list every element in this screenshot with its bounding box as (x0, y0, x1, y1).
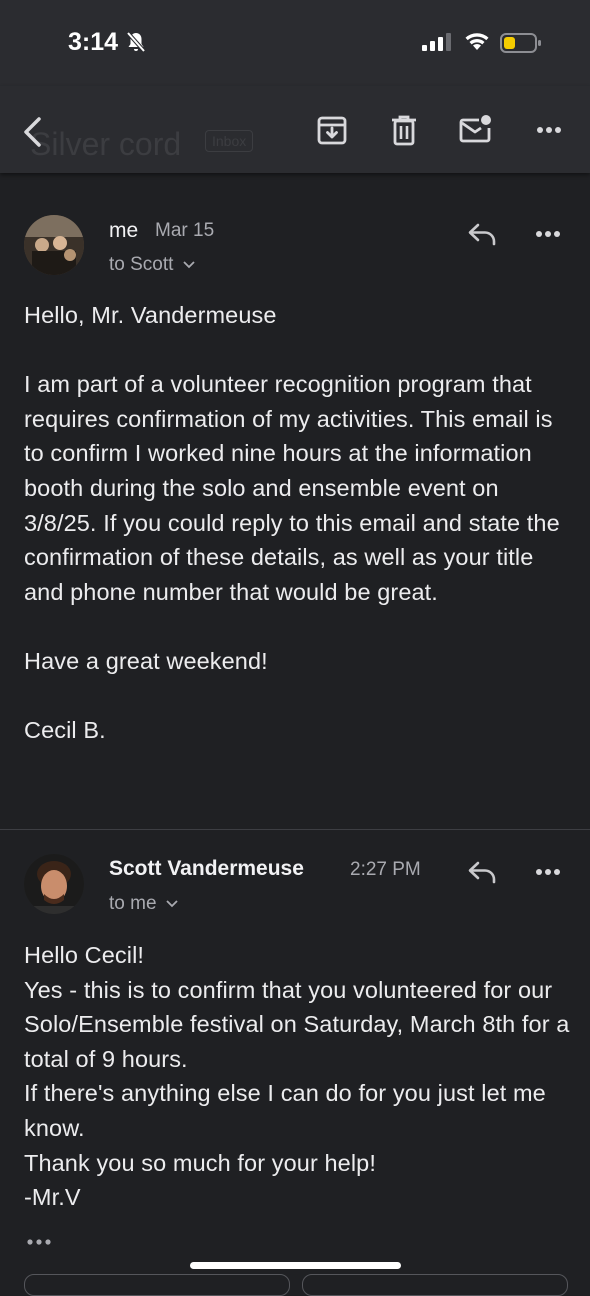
recipient-details[interactable]: to me (109, 893, 178, 915)
status-bar: 3:14 (0, 0, 590, 86)
message-body: Hello, Mr. Vandermeuse I am part of a vo… (24, 302, 560, 744)
subject-title: Silver cord (30, 126, 182, 162)
mark-unread-icon[interactable] (459, 114, 493, 146)
recipient-label: to Scott (109, 254, 174, 275)
forward-button[interactable] (302, 1274, 568, 1296)
more-icon[interactable] (535, 230, 561, 238)
trash-icon[interactable] (390, 114, 418, 146)
chevron-down-icon (183, 261, 195, 269)
battery-icon (500, 33, 541, 53)
recipient-details[interactable]: to Scott (109, 254, 195, 276)
label-badge: Inbox (205, 130, 254, 152)
back-icon[interactable] (22, 116, 44, 148)
archive-icon[interactable] (316, 114, 348, 146)
sender-name: Scott Vandermeuse (109, 857, 304, 880)
message-date: 2:27 PM (350, 859, 421, 880)
reply-button[interactable] (24, 1274, 290, 1296)
avatar-photo (24, 854, 84, 914)
message-toolbar: Silver cord Inbox (0, 86, 590, 173)
sender-name: me (109, 219, 139, 242)
home-indicator[interactable] (190, 1262, 401, 1269)
avatar (24, 215, 84, 275)
status-time: 3:14 (68, 28, 119, 56)
more-icon[interactable] (536, 126, 562, 134)
reply-icon[interactable] (467, 860, 497, 884)
recipient-label: to me (109, 893, 157, 914)
message-body: Hello Cecil! Yes - this is to confirm th… (24, 942, 570, 1211)
more-icon[interactable] (535, 868, 561, 876)
divider (0, 829, 590, 830)
avatar (24, 854, 84, 914)
avatar-photo (24, 215, 84, 275)
cellular-signal-icon (422, 33, 451, 51)
show-trimmed-content-icon[interactable] (26, 1238, 52, 1246)
reply-icon[interactable] (467, 222, 497, 246)
chevron-down-icon (166, 900, 178, 908)
silent-bell-icon (126, 31, 146, 53)
message-date: Mar 15 (155, 220, 215, 241)
wifi-icon (465, 33, 489, 50)
